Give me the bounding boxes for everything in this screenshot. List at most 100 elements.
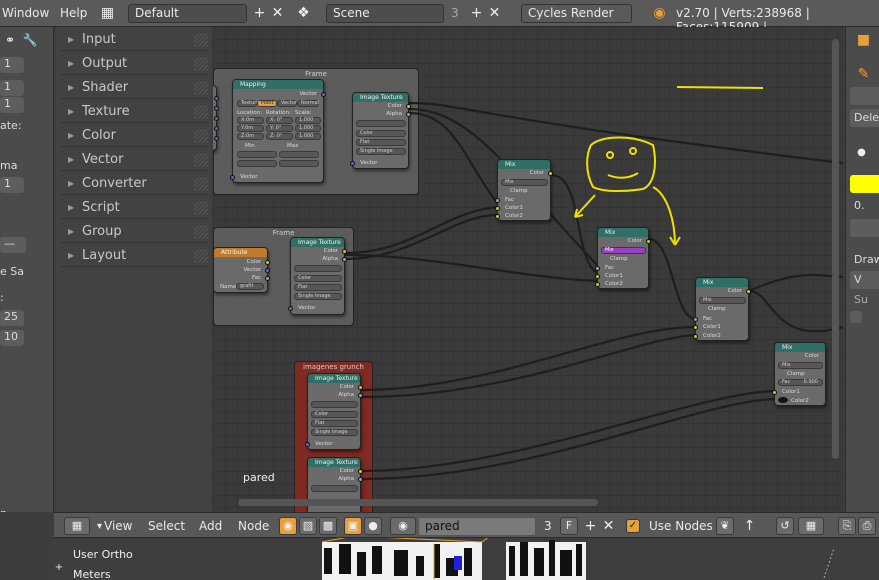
- snap-element-icon[interactable]: ▦: [798, 517, 824, 535]
- image-texture-2-projection[interactable]: Flat: [294, 284, 342, 291]
- menu-window[interactable]: Window: [2, 6, 49, 20]
- mapping-min-checkbox[interactable]: Min: [245, 143, 255, 149]
- mix-3-output-socket[interactable]: [746, 289, 751, 294]
- image-texture-1-projection[interactable]: Flat: [356, 139, 406, 146]
- category-color[interactable]: Color: [60, 125, 208, 147]
- mapping-min-field[interactable]: [237, 151, 277, 158]
- mix-3-color2-socket[interactable]: [693, 334, 698, 339]
- image-texture-3-color-socket[interactable]: [358, 385, 363, 390]
- left-value[interactable]: 10: [0, 330, 24, 346]
- mix-2-header[interactable]: Mix: [598, 228, 648, 237]
- attribute-fac-socket[interactable]: [265, 276, 270, 281]
- delete-button[interactable]: Delet: [850, 109, 879, 127]
- scene-icon[interactable]: ❖: [294, 4, 313, 23]
- mapping-loc-x[interactable]: X:0m: [237, 117, 264, 124]
- object-shader-icon[interactable]: ▣: [344, 517, 362, 535]
- mix-node-1[interactable]: Mix Color Mix Clamp Fac Color1 Color2: [495, 159, 553, 221]
- mapping-min-field[interactable]: [237, 160, 277, 167]
- mix-node-4[interactable]: Mix Color Mix Clamp Fac 0.900 Color1 Col…: [772, 342, 826, 406]
- image-texture-node-3[interactable]: Image Texture Color Alpha Color Flat Sin…: [305, 373, 363, 450]
- category-converter[interactable]: Converter: [60, 173, 208, 195]
- image-texture-2-image-selector[interactable]: [294, 265, 342, 272]
- color-swatch[interactable]: [850, 175, 879, 193]
- mix-4-fac-field[interactable]: Fac 0.900: [778, 379, 823, 386]
- mix-3-blend-mode[interactable]: Mix: [699, 297, 746, 304]
- 3d-viewport[interactable]: + User Ortho Meters: [54, 538, 879, 580]
- add-scene-button[interactable]: +: [467, 4, 486, 23]
- image-texture-4-alpha-socket[interactable]: [358, 477, 363, 482]
- category-shader[interactable]: Shader: [60, 77, 208, 99]
- left-value[interactable]: 25: [0, 310, 24, 326]
- mapping-rot-z[interactable]: Z: 0°: [266, 133, 293, 140]
- canvas-vertical-scrollbar[interactable]: [832, 39, 839, 459]
- mapping-loc-z[interactable]: Z:0m: [237, 133, 264, 140]
- delete-screen-button[interactable]: ✕: [268, 4, 287, 23]
- attribute-node-header[interactable]: Attribute: [214, 248, 267, 257]
- image-texture-2-color-socket[interactable]: [342, 249, 347, 254]
- mapping-node[interactable]: Mapping Vector Texture Point Vector Norm…: [230, 79, 326, 183]
- image-texture-4-image-selector[interactable]: [311, 485, 358, 492]
- image-texture-3-header[interactable]: Image Texture: [308, 374, 360, 383]
- node-editor-canvas[interactable]: Frame Frame imagenes grunch Mapping Vect…: [213, 27, 843, 512]
- left-value[interactable]: 1: [0, 97, 24, 113]
- render-engine-select[interactable]: Cycles Render: [521, 4, 632, 23]
- texcoord-socket[interactable]: [214, 126, 219, 131]
- category-group[interactable]: Group: [60, 221, 208, 243]
- image-texture-3-source[interactable]: Single Image: [311, 429, 358, 436]
- scene-field[interactable]: Scene: [326, 4, 444, 23]
- mix-2-blend-mode[interactable]: Mix: [601, 247, 646, 254]
- screen-layout-icon[interactable]: ▦: [98, 4, 117, 23]
- paste-nodes-icon[interactable]: ⎙: [858, 517, 876, 535]
- wrench-icon[interactable]: 🔧: [22, 31, 38, 50]
- image-texture-2-source[interactable]: Single Image: [294, 293, 342, 300]
- mix-node-3[interactable]: Mix Color Mix Clamp Fac Color1 Color2: [693, 277, 751, 341]
- category-script[interactable]: Script: [60, 197, 208, 219]
- menu-select[interactable]: Select: [148, 519, 185, 533]
- mapping-node-header[interactable]: Mapping: [233, 80, 323, 89]
- right-panel-field[interactable]: [850, 219, 879, 237]
- image-texture-node-2[interactable]: Image Texture Color Alpha Color Flat Sin…: [288, 237, 347, 315]
- mix-1-header[interactable]: Mix: [498, 160, 550, 169]
- new-material-button[interactable]: +: [581, 517, 600, 536]
- mapping-rot-x[interactable]: X: 0°: [266, 117, 293, 124]
- mapping-max-field[interactable]: [279, 160, 319, 167]
- image-texture-3-projection[interactable]: Flat: [311, 420, 358, 427]
- mapping-type-vector[interactable]: Vector: [277, 100, 297, 107]
- mapping-max-checkbox[interactable]: Max: [287, 143, 298, 149]
- image-texture-3-vector-socket[interactable]: [305, 442, 310, 447]
- image-texture-2-header[interactable]: Image Texture: [291, 238, 344, 247]
- left-value[interactable]: 1: [0, 80, 24, 96]
- copy-nodes-icon[interactable]: ⎘: [838, 517, 856, 535]
- image-texture-4-header[interactable]: Image Texture: [308, 458, 360, 467]
- texcoord-socket[interactable]: [214, 116, 219, 121]
- mapping-scale-z[interactable]: 1.000: [295, 133, 321, 140]
- left-minus-button[interactable]: —: [0, 237, 26, 253]
- menu-add[interactable]: Add: [199, 519, 222, 533]
- mapping-rot-y[interactable]: Y: 0°: [266, 125, 293, 132]
- mapping-type-normal[interactable]: Normal: [297, 100, 319, 107]
- link-icon[interactable]: ⚭: [2, 31, 18, 50]
- world-shader-icon[interactable]: ●: [364, 517, 382, 535]
- image-texture-3-image-selector[interactable]: [311, 401, 358, 408]
- delete-scene-button[interactable]: ✕: [485, 4, 504, 23]
- category-texture[interactable]: Texture: [60, 101, 208, 123]
- mapping-scale-y[interactable]: 1.000: [295, 125, 321, 132]
- mix-1-clamp-checkbox[interactable]: Clamp: [510, 188, 528, 194]
- unlink-material-button[interactable]: ✕: [599, 517, 618, 536]
- parent-tree-icon[interactable]: ↑: [740, 517, 759, 536]
- mix-1-blend-mode[interactable]: Mix: [501, 179, 548, 186]
- material-name-field[interactable]: pared: [418, 517, 536, 536]
- attribute-name-field[interactable]: grafit: [236, 283, 264, 290]
- image-texture-2-vector-socket[interactable]: [288, 306, 293, 311]
- right-panel-checkbox[interactable]: [850, 311, 862, 323]
- mix-4-color2-swatch[interactable]: [778, 397, 788, 403]
- right-panel-field[interactable]: [850, 87, 879, 105]
- mix-4-header[interactable]: Mix: [775, 343, 825, 352]
- fake-user-button[interactable]: F: [560, 517, 578, 535]
- mix-1-color2-socket[interactable]: [495, 214, 500, 219]
- menu-help[interactable]: Help: [60, 6, 87, 20]
- texture-nodes-icon[interactable]: ▩: [319, 517, 337, 535]
- menu-view[interactable]: View: [104, 519, 132, 533]
- mix-3-clamp-checkbox[interactable]: Clamp: [708, 306, 726, 312]
- mix-4-blend-mode[interactable]: Mix: [778, 362, 823, 369]
